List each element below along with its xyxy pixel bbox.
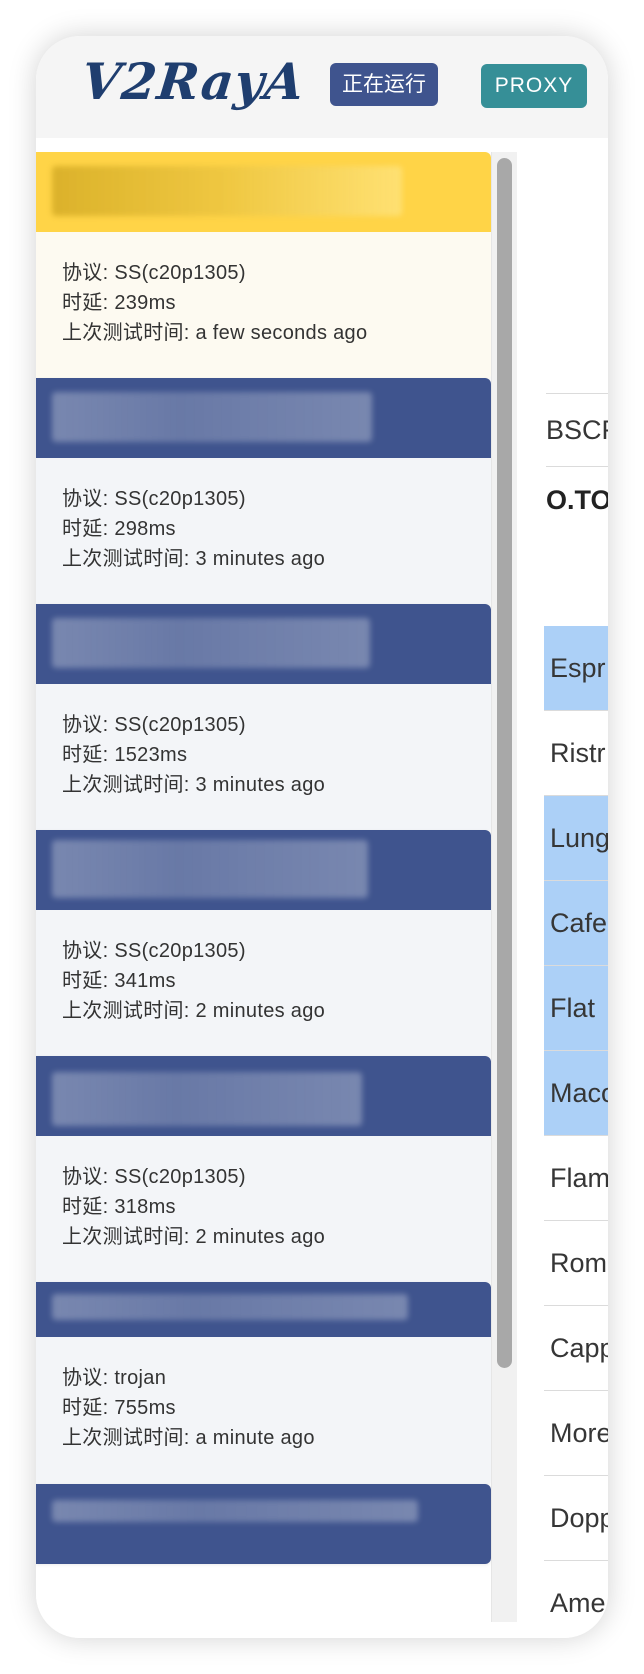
server-card[interactable]: 协议: SS(c20p1305) 时延: 341ms 上次测试时间: 2 minut… (36, 830, 491, 1058)
server-protocol: 协议: SS(c20p1305) (62, 714, 246, 736)
server-protocol: 协议: SS(c20p1305) (62, 488, 246, 510)
server-card-header[interactable] (36, 1056, 491, 1136)
server-last-test: 上次测试时间: 3 minutes ago (62, 548, 326, 570)
table-row[interactable]: Espr (544, 626, 608, 711)
table-body: EsprRistrLungCafeFlatMacoFlamRomCappMore… (544, 626, 608, 1638)
redacted-server-name (52, 1294, 408, 1320)
server-card-body: 协议: SS(c20p1305) 时延: 1523ms 上次测试时间: 3 minu… (36, 684, 491, 832)
server-card[interactable]: 协议: SS(c20p1305) 时延: 298ms 上次测试时间: 3 minut… (36, 378, 491, 606)
server-card[interactable] (36, 1484, 491, 1564)
table-header-cell: BSCR (546, 393, 608, 467)
redacted-server-name (52, 166, 402, 216)
table-row[interactable]: Lung (544, 796, 608, 881)
table-row[interactable]: Ame (544, 1561, 608, 1638)
server-card-header[interactable] (36, 604, 491, 684)
server-card-body: 协议: SS(c20p1305) 时延: 239ms 上次测试时间: a few s… (36, 232, 491, 380)
server-card-body: 协议: SS(c20p1305) 时延: 298ms 上次测试时间: 3 minut… (36, 458, 491, 606)
app-logo[interactable]: V2RayA (79, 52, 308, 111)
table-row[interactable]: Dopp (544, 1476, 608, 1561)
table-subtitle: O.TO (546, 485, 608, 515)
table-row[interactable]: Cafe (544, 881, 608, 966)
table-row[interactable]: Capp (544, 1306, 608, 1391)
server-card-header[interactable] (36, 152, 491, 232)
table-row[interactable]: Flam (544, 1136, 608, 1221)
navbar: V2RayA 正在运行 PROXY (36, 36, 608, 138)
server-card-header[interactable] (36, 1282, 491, 1337)
server-card-header[interactable] (36, 830, 491, 910)
server-card-body: 协议: SS(c20p1305) 时延: 341ms 上次测试时间: 2 minut… (36, 910, 491, 1058)
server-protocol: 协议: SS(c20p1305) (62, 262, 246, 284)
server-last-test: 上次测试时间: a few seconds ago (62, 322, 368, 344)
table-row[interactable]: Flat (544, 966, 608, 1051)
server-protocol: 协议: SS(c20p1305) (62, 940, 246, 962)
server-protocol: 协议: trojan (62, 1367, 167, 1389)
server-last-test: 上次测试时间: a minute ago (62, 1427, 315, 1449)
running-status-button[interactable]: 正在运行 (330, 63, 438, 106)
scrollbar-thumb[interactable] (497, 158, 512, 1368)
server-card-header[interactable] (36, 378, 491, 458)
table-row[interactable]: Ristr (544, 711, 608, 796)
proxy-mode-button[interactable]: PROXY (481, 64, 587, 108)
server-latency: 时延: 1523ms (62, 744, 188, 766)
server-last-test: 上次测试时间: 3 minutes ago (62, 774, 326, 796)
server-dropdown-list[interactable]: 协议: SS(c20p1305) 时延: 239ms 上次测试时间: a few s… (36, 152, 491, 1638)
redacted-server-name (52, 392, 372, 442)
redacted-server-name (52, 840, 368, 898)
table-row[interactable]: Maco (544, 1051, 608, 1136)
scrollbar-track[interactable] (491, 152, 517, 1622)
server-latency: 时延: 341ms (62, 970, 176, 992)
server-card-header[interactable] (36, 1484, 491, 1564)
table-row[interactable]: More (544, 1391, 608, 1476)
server-latency: 时延: 239ms (62, 292, 176, 314)
server-latency: 时延: 318ms (62, 1196, 176, 1218)
server-card[interactable]: 协议: trojan 时延: 755ms 上次测试时间: a minute ago (36, 1282, 491, 1485)
server-card[interactable]: 协议: SS(c20p1305) 时延: 1523ms 上次测试时间: 3 minu… (36, 604, 491, 832)
redacted-server-name (52, 1072, 362, 1126)
server-card-body: 协议: SS(c20p1305) 时延: 318ms 上次测试时间: 2 minut… (36, 1136, 491, 1284)
server-card-body: 协议: trojan 时延: 755ms 上次测试时间: a minute ago (36, 1337, 491, 1485)
server-card[interactable]: 协议: SS(c20p1305) 时延: 318ms 上次测试时间: 2 minut… (36, 1056, 491, 1284)
table-row[interactable]: Rom (544, 1221, 608, 1306)
server-card[interactable]: 协议: SS(c20p1305) 时延: 239ms 上次测试时间: a few s… (36, 152, 491, 380)
app-window: BSCR O.TO EsprRistrLungCafeFlatMacoFlamR… (36, 36, 608, 1638)
server-latency: 时延: 755ms (62, 1397, 176, 1419)
redacted-server-name (52, 618, 370, 668)
server-last-test: 上次测试时间: 2 minutes ago (62, 1000, 326, 1022)
server-latency: 时延: 298ms (62, 518, 176, 540)
server-protocol: 协议: SS(c20p1305) (62, 1166, 246, 1188)
redacted-server-name (52, 1500, 418, 1522)
server-last-test: 上次测试时间: 2 minutes ago (62, 1226, 326, 1248)
